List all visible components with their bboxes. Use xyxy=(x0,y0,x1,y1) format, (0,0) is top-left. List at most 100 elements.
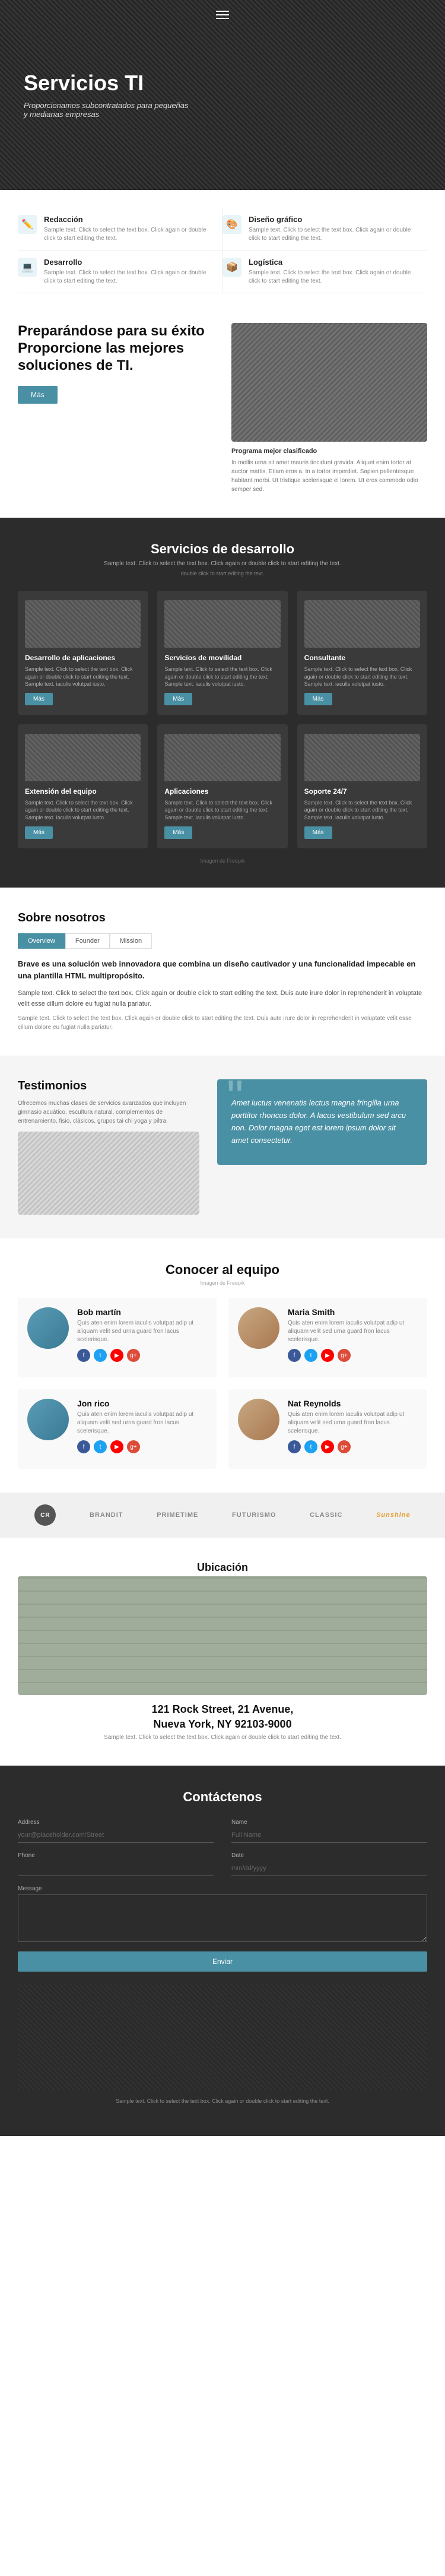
google-icon-0[interactable]: g+ xyxy=(127,1349,140,1362)
team-desc-0: Quis aten enim lorem iaculis volutpat ad… xyxy=(77,1319,207,1344)
google-icon-3[interactable]: g+ xyxy=(338,1440,351,1453)
date-label: Date xyxy=(231,1852,427,1859)
twitter-icon-2[interactable]: t xyxy=(94,1440,107,1453)
dev-card-5: Soporte 24/7 Sample text. Click to selec… xyxy=(297,724,427,848)
team-avatar-2 xyxy=(27,1399,69,1440)
dev-card-btn-4[interactable]: Más xyxy=(164,826,192,839)
service-redaccion-title: Redacción xyxy=(44,215,213,224)
about-program-label: Programa mejor clasificado xyxy=(231,448,427,455)
dev-card-1: Servicios de movilidad Sample text. Clic… xyxy=(157,591,287,715)
dev-card-text-5: Sample text. Click to select the text bo… xyxy=(304,799,420,822)
brand-logo-0: CR xyxy=(34,1504,56,1526)
dev-card-btn-5[interactable]: Más xyxy=(304,826,332,839)
twitter-icon-0[interactable]: t xyxy=(94,1349,107,1362)
quote-mark-icon: " xyxy=(227,1073,243,1121)
dev-card-text-4: Sample text. Click to select the text bo… xyxy=(164,799,280,822)
team-desc-1: Quis aten enim lorem iaculis volutpat ad… xyxy=(288,1319,418,1344)
testimonials-section: Testimonios Ofrecemos muchas clases de s… xyxy=(0,1056,445,1238)
contact-form: Address Name Phone Date Message xyxy=(18,1819,427,1942)
location-heading: Ubicación xyxy=(18,1561,427,1574)
testimonial-right: " Amet luctus venenatis lectus magna fri… xyxy=(217,1079,427,1164)
dev-card-btn-1[interactable]: Más xyxy=(164,693,192,705)
dev-sub: Sample text. Click to select the text bo… xyxy=(18,560,427,567)
team-desc-2: Quis aten enim lorem iaculis volutpat ad… xyxy=(77,1411,207,1436)
message-label: Message xyxy=(18,1886,427,1892)
dev-card-img-4 xyxy=(164,734,280,781)
location-section: Ubicación 121 Rock Street, 21 Avenue, Nu… xyxy=(0,1538,445,1766)
youtube-icon-3[interactable]: ▶ xyxy=(321,1440,334,1453)
testimonials-left-text: Ofrecemos muchas clases de servicios ava… xyxy=(18,1099,199,1126)
logistica-icon: 📦 xyxy=(223,258,241,277)
dev-card-title-0: Desarrollo de aplicaciones xyxy=(25,654,141,662)
contact-submit-button[interactable]: Enviar xyxy=(18,1951,427,1972)
team-socials-1: f t ▶ g+ xyxy=(288,1349,418,1362)
about-heading: Preparándose para su éxito Proporcione l… xyxy=(18,323,214,374)
contact-section: Contáctenos Address Name Phone Date Mess… xyxy=(0,1766,445,2136)
dev-card-text-1: Sample text. Click to select the text bo… xyxy=(164,666,280,688)
service-logistica[interactable]: 📦 Logística Sample text. Click to select… xyxy=(223,251,427,293)
team-avatar-0 xyxy=(27,1307,69,1349)
hero-title: Servicios TI xyxy=(24,71,421,95)
message-textarea[interactable] xyxy=(18,1894,427,1942)
service-diseno-title: Diseño gráfico xyxy=(249,215,418,224)
youtube-icon-0[interactable]: ▶ xyxy=(110,1349,123,1362)
address-group: Address xyxy=(18,1819,214,1843)
facebook-icon-0[interactable]: f xyxy=(77,1349,90,1362)
team-socials-0: f t ▶ g+ xyxy=(77,1349,207,1362)
about-button[interactable]: Más xyxy=(18,386,58,404)
google-icon-1[interactable]: g+ xyxy=(338,1349,351,1362)
dev-section: Servicios de desarrollo Sample text. Cli… xyxy=(0,518,445,888)
team-card-2: Jon rico Quis aten enim lorem iaculis vo… xyxy=(18,1389,217,1469)
testimonials-image xyxy=(18,1132,199,1215)
menu-button[interactable] xyxy=(216,8,229,21)
dev-card-title-2: Consultante xyxy=(304,654,420,662)
name-group: Name xyxy=(231,1819,427,1843)
dev-card-img-2 xyxy=(304,600,420,648)
twitter-icon-3[interactable]: t xyxy=(304,1440,317,1453)
youtube-icon-1[interactable]: ▶ xyxy=(321,1349,334,1362)
dev-card-btn-3[interactable]: Más xyxy=(25,826,53,839)
team-card-0: Bob martín Quis aten enim lorem iaculis … xyxy=(18,1298,217,1377)
dev-card-title-5: Soporte 24/7 xyxy=(304,787,420,796)
date-input[interactable] xyxy=(231,1861,427,1876)
location-address-line1: 121 Rock Street, 21 Avenue, xyxy=(18,1703,427,1716)
youtube-icon-2[interactable]: ▶ xyxy=(110,1440,123,1453)
brand-logo-4: CLASSIC xyxy=(310,1512,342,1519)
service-desarrollo[interactable]: 💻 Desarrollo Sample text. Click to selec… xyxy=(18,251,223,293)
facebook-icon-1[interactable]: f xyxy=(288,1349,301,1362)
name-input[interactable] xyxy=(231,1828,427,1843)
tab-mission[interactable]: Mission xyxy=(110,933,152,949)
service-redaccion[interactable]: ✏️ Redacción Sample text. Click to selec… xyxy=(18,208,223,251)
dev-card-3: Extensión del equipo Sample text. Click … xyxy=(18,724,148,848)
google-icon-2[interactable]: g+ xyxy=(127,1440,140,1453)
dev-card-btn-2[interactable]: Más xyxy=(304,693,332,705)
about-right: Programa mejor clasificado In mollis urn… xyxy=(231,323,427,494)
hero-section: Servicios TI Proporcionamos subcontratad… xyxy=(0,0,445,190)
service-diseno[interactable]: 🎨 Diseño gráfico Sample text. Click to s… xyxy=(223,208,427,251)
dev-heading: Servicios de desarrollo xyxy=(18,541,427,557)
tab-founder[interactable]: Founder xyxy=(65,933,110,949)
dev-card-text-0: Sample text. Click to select the text bo… xyxy=(25,666,141,688)
about-left: Preparándose para su éxito Proporcione l… xyxy=(18,323,231,404)
hero-subtitle: Proporcionamos subcontratados para peque… xyxy=(24,101,190,119)
redaccion-icon: ✏️ xyxy=(18,215,37,234)
service-desarrollo-title: Desarrollo xyxy=(44,258,213,267)
brands-section: CR BRANDIT PRIMETIME FUTURISMO CLASSIC S… xyxy=(0,1493,445,1538)
facebook-icon-2[interactable]: f xyxy=(77,1440,90,1453)
contact-heading: Contáctenos xyxy=(18,1789,427,1805)
dev-card-btn-0[interactable]: Más xyxy=(25,693,53,705)
service-logistica-desc: Sample text. Click to select the text bo… xyxy=(249,269,418,286)
contact-bottom: Sample text. Click to select the text bo… xyxy=(18,1984,427,2112)
dev-card-title-4: Aplicaciones xyxy=(164,787,280,796)
brand-logo-5: Sunshine xyxy=(376,1512,411,1519)
facebook-icon-3[interactable]: f xyxy=(288,1440,301,1453)
address-label: Address xyxy=(18,1819,214,1826)
twitter-icon-1[interactable]: t xyxy=(304,1349,317,1362)
team-name-3: Nat Reynolds xyxy=(288,1399,418,1408)
tab-overview[interactable]: Overview xyxy=(18,933,65,949)
phone-input[interactable] xyxy=(18,1861,214,1876)
team-card-3: Nat Reynolds Quis aten enim lorem iaculi… xyxy=(228,1389,427,1469)
services-section: ✏️ Redacción Sample text. Click to selec… xyxy=(0,190,445,299)
name-label: Name xyxy=(231,1819,427,1826)
address-input[interactable] xyxy=(18,1828,214,1843)
